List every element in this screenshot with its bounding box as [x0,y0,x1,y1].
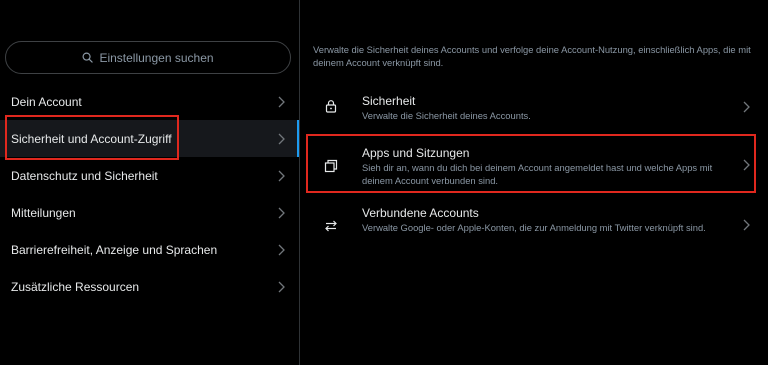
option-title: Verbundene Accounts [362,206,479,220]
sidebar-item-barrierefreiheit[interactable]: Barrierefreiheit, Anzeige und Sprachen [0,231,299,268]
chevron-right-icon [278,244,285,255]
sidebar-item-label: Zusätzliche Ressourcen [11,279,140,294]
chevron-right-icon [743,101,750,113]
settings-detail-pane: Verwalte die Sicherheit deines Accounts … [300,0,768,365]
option-description: Sieh dir an, wann du dich bei deinem Acc… [362,162,713,186]
option-description: Verwalte die Sicherheit deines Accounts. [362,110,531,121]
sidebar-item-label: Barrierefreiheit, Anzeige und Sprachen [11,242,218,257]
sidebar-item-label: Datenschutz und Sicherheit [11,168,158,183]
copy-icon [324,159,338,173]
sidebar-item-label: Sicherheit und Account-Zugriff [11,131,172,146]
chevron-right-icon [743,159,750,171]
chevron-right-icon [278,281,285,292]
swap-arrows-icon [325,220,337,232]
chevron-right-icon [278,96,285,107]
sidebar-item-mitteilungen[interactable]: Mitteilungen [0,194,299,231]
sidebar-item-label: Dein Account [11,94,82,109]
option-sicherheit[interactable]: Sicherheit Verwalte die Sicherheit deine… [300,88,768,128]
option-verbundene-accounts[interactable]: Verbundene Accounts Verwalte Google- ode… [300,200,768,252]
search-input[interactable]: Einstellungen suchen [5,41,291,74]
chevron-right-icon [278,133,285,144]
sidebar-item-label: Mitteilungen [11,205,76,220]
option-title: Apps und Sitzungen [362,146,470,160]
option-title: Sicherheit [362,94,416,108]
option-description: Verwalte Google- oder Apple-Konten, die … [362,222,706,233]
section-description: Verwalte die Sicherheit deines Accounts … [313,44,751,68]
search-placeholder: Einstellungen suchen [99,50,214,65]
chevron-right-icon [743,219,750,231]
sidebar-item-dein-account[interactable]: Dein Account [0,83,299,120]
lock-icon [325,100,337,113]
option-apps-und-sitzungen[interactable]: Apps und Sitzungen Sieh dir an, wann du … [300,140,768,192]
sidebar-item-sicherheit-account-zugriff[interactable]: Sicherheit und Account-Zugriff [0,120,299,157]
sidebar-item-datenschutz[interactable]: Datenschutz und Sicherheit [0,157,299,194]
chevron-right-icon [278,207,285,218]
search-icon [82,52,94,63]
sidebar-item-zusaetzliche-ressourcen[interactable]: Zusätzliche Ressourcen [0,268,299,305]
chevron-right-icon [278,170,285,181]
settings-sidebar: Einstellungen suchen Dein Account Sicher… [0,0,299,365]
